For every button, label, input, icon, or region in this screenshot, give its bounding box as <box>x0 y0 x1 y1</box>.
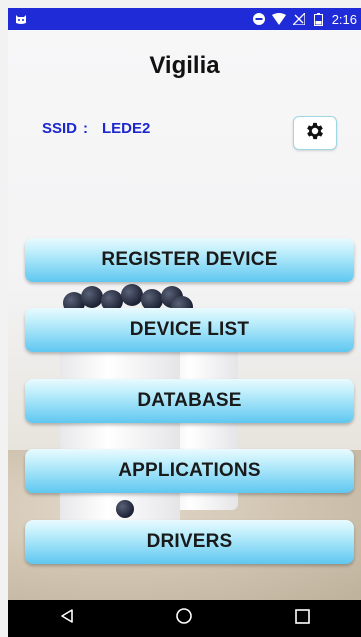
back-button[interactable] <box>47 604 87 634</box>
status-time: 2:16 <box>331 11 357 27</box>
settings-button[interactable] <box>293 116 337 150</box>
home-button[interactable] <box>164 604 204 634</box>
no-signal-icon <box>292 12 306 26</box>
back-icon <box>59 608 75 629</box>
do-not-disturb-icon <box>252 12 266 26</box>
database-button[interactable]: DATABASE <box>25 379 354 423</box>
status-bar: 2:16 <box>8 8 361 30</box>
android-cat-icon <box>14 12 28 26</box>
battery-icon <box>312 12 326 26</box>
applications-button[interactable]: APPLICATIONS <box>25 449 354 493</box>
app-title: Vigilia <box>149 52 220 79</box>
wifi-icon <box>271 12 286 26</box>
ssid-row: SSID : LEDE2 <box>42 120 150 137</box>
gear-icon <box>304 120 326 147</box>
ssid-value: LEDE2 <box>102 120 151 137</box>
device-list-button[interactable]: DEVICE LIST <box>25 308 354 352</box>
ssid-label: SSID <box>42 120 78 137</box>
recents-button[interactable] <box>282 604 322 634</box>
ssid-separator: : <box>83 120 89 137</box>
navigation-bar <box>8 600 361 637</box>
recents-icon <box>294 608 310 629</box>
register-device-button[interactable]: REGISTER DEVICE <box>25 238 354 282</box>
drivers-button[interactable]: DRIVERS <box>25 520 354 564</box>
home-icon <box>175 607 193 630</box>
